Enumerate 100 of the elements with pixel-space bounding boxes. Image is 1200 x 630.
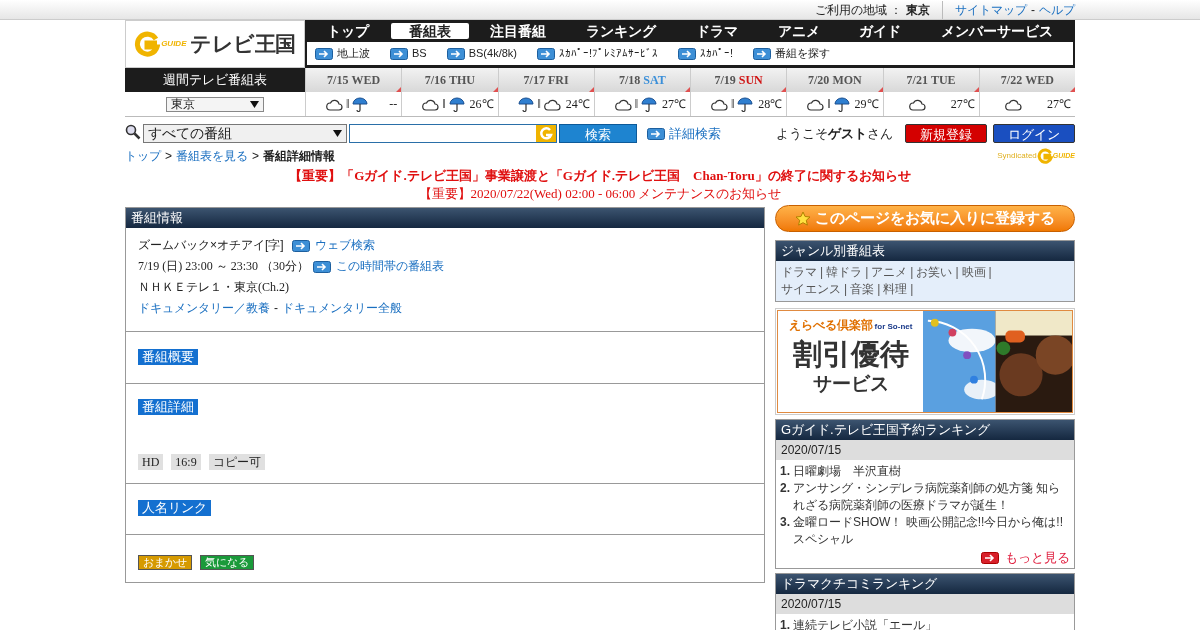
ranking-link[interactable]: 連続テレビ小説「エール」	[793, 617, 941, 630]
weather-separator: ‖	[827, 96, 831, 113]
time-slot-link[interactable]: この時間帯の番組表	[313, 256, 444, 277]
cloud-icon	[325, 97, 343, 111]
top-link[interactable]: ヘルプ	[1039, 0, 1075, 19]
day-tab[interactable]: 7/21 TUE	[883, 68, 979, 92]
umbrella-icon	[641, 96, 657, 112]
corner-mark	[1070, 87, 1075, 92]
sub-nav-link[interactable]: BS(4k/8k)	[446, 45, 517, 62]
weather-separator: ‖	[345, 96, 350, 113]
breadcrumb-current: 番組詳細情報	[263, 148, 336, 165]
umbrella-icon	[737, 96, 754, 112]
banner-ad[interactable]: えらべる倶楽部 for So-net 割引優待 サービス	[775, 308, 1075, 415]
weather-separator: ‖	[634, 96, 638, 113]
genre-link[interactable]: アニメ	[871, 265, 908, 279]
day-tab[interactable]: 7/19 SUN	[691, 68, 787, 92]
banner-headline: 割引優待	[792, 337, 909, 372]
genre-link[interactable]: お笑い	[916, 265, 953, 279]
cloud-icon	[614, 97, 632, 111]
nav-tab[interactable]: ランキング	[568, 23, 674, 39]
box-header: 番組情報	[126, 208, 764, 228]
notice-link[interactable]: 【重要】2020/07/22(Wed) 02:00 - 06:00 メンテナンスのお知らせ	[125, 185, 1075, 202]
top-link[interactable]: サイトマップ	[955, 0, 1027, 19]
day-tab[interactable]: 7/22 WED	[979, 68, 1075, 92]
more-link[interactable]: もっと見る	[780, 549, 1070, 566]
star-icon	[795, 210, 811, 227]
nav-tab[interactable]: 注目番組	[472, 23, 565, 39]
nav-tab[interactable]: 番組表	[390, 23, 469, 39]
section-label: 人名リンク	[138, 500, 211, 516]
nav-tab[interactable]: ドラマ	[678, 23, 756, 39]
section-label: 番組詳細	[138, 399, 198, 415]
account-button[interactable]: 新規登録	[905, 124, 987, 144]
rank-number: 1.	[780, 617, 791, 630]
day-tab[interactable]: 7/15 WED	[306, 68, 402, 92]
cloud-icon	[543, 97, 561, 111]
ranking-link[interactable]: 金曜ロードSHOW！ 映画公開記念!!今日から俺は!!スペシャル	[793, 514, 1070, 548]
breadcrumb-separator: >	[165, 148, 172, 165]
genre-link[interactable]: 料理	[883, 282, 908, 296]
sub-nav-link[interactable]: ｽｶﾊﾟｰ!ﾌﾟﾚﾐｱﾑｻｰﾋﾞｽ	[537, 45, 659, 62]
box-header: ドラマクチコミランキング	[776, 574, 1074, 594]
sub-nav-link[interactable]: 地上波	[315, 45, 370, 62]
weather-separator: ‖	[730, 96, 735, 113]
genre-link[interactable]: 音楽	[850, 282, 875, 296]
sub-nav-link[interactable]: BS	[390, 45, 427, 62]
section-label: 番組概要	[138, 349, 198, 365]
temperature: --	[388, 96, 398, 113]
umbrella-icon	[448, 96, 465, 112]
category-select[interactable]: すべての番組	[143, 124, 347, 143]
banner-brand-suffix: for So-net	[874, 321, 913, 333]
day-tab[interactable]: 7/20 MON	[787, 68, 883, 92]
program-title: ズームバック×オチアイ[字]	[138, 237, 284, 254]
action-button[interactable]: 気になる	[200, 555, 254, 570]
temperature: 27℃	[949, 96, 975, 113]
rank-number: 2.	[780, 480, 791, 497]
cloud-icon	[1005, 97, 1022, 111]
link-separator: -	[1031, 1, 1035, 19]
nav-tab[interactable]: アニメ	[759, 23, 838, 39]
search-button[interactable]: 検索	[559, 124, 637, 143]
nav-tab[interactable]: トップ	[309, 23, 387, 39]
genre-separator: |	[820, 265, 824, 279]
cloud-icon	[908, 97, 926, 111]
genre-link[interactable]: ドキュメンタリー／教養	[138, 298, 270, 319]
temperature: 28℃	[757, 96, 783, 113]
channel-name: ＮＨＫＥテレ１・東京(Ch.2)	[138, 279, 290, 296]
weather-separator: ‖	[442, 96, 446, 113]
breadcrumb-link[interactable]: 番組表を見る	[176, 147, 248, 165]
ranking-date: 2020/07/15	[776, 440, 1074, 460]
web-search-link[interactable]: ウェブ検索	[291, 235, 375, 256]
genre-separator: |	[910, 282, 914, 296]
umbrella-icon	[518, 96, 535, 112]
breadcrumb-link[interactable]: トップ	[125, 147, 161, 165]
genre-link[interactable]: ドラマ	[781, 265, 817, 279]
day-tab[interactable]: 7/17 FRI	[498, 68, 594, 92]
day-tab[interactable]: 7/16 THU	[402, 68, 498, 92]
temperature: 26℃	[468, 96, 494, 113]
format-tag: HD	[138, 454, 164, 470]
ranking-link[interactable]: 日曜劇場 半沢直樹	[793, 463, 905, 480]
genre-link[interactable]: 韓ドラ	[826, 265, 863, 279]
sub-nav-link[interactable]: ｽｶﾊﾟｰ!	[678, 45, 734, 62]
temperature: 27℃	[1046, 96, 1071, 113]
caret-icon	[250, 100, 259, 108]
search-field[interactable]	[349, 124, 557, 143]
sub-nav-link[interactable]: 番組を探す	[753, 45, 831, 62]
ranking-link[interactable]: アンサング・シンデレラ病院薬剤師の処方箋 知られざる病院薬剤師の医療ドラマが誕生！	[793, 480, 1070, 514]
genre-link[interactable]: ドキュメンタリー全般	[282, 298, 402, 319]
genre-link[interactable]: サイエンス	[781, 282, 841, 296]
temperature: 24℃	[564, 96, 590, 113]
region-select[interactable]: 東京	[166, 96, 264, 112]
umbrella-icon	[352, 96, 369, 112]
notice-link[interactable]: 【重要】「Gガイド.テレビ王国」事業譲渡と「Gガイド.テレビ王国 Chan-Toru」の終了に関するお知らせ	[125, 167, 1075, 185]
caret-icon	[333, 130, 342, 137]
advanced-search-link[interactable]: 詳細検索	[647, 124, 721, 144]
nav-tab[interactable]: メンバーサービス	[923, 23, 1071, 39]
day-tab[interactable]: 7/18 SAT	[594, 68, 690, 92]
region-name: 東京	[906, 1, 930, 19]
account-button[interactable]: ログイン	[993, 124, 1075, 144]
genre-separator: |	[877, 282, 881, 296]
box-header: ジャンル別番組表	[776, 241, 1074, 261]
nav-tab[interactable]: ガイド	[841, 23, 920, 39]
genre-link[interactable]: 映画	[961, 265, 986, 279]
